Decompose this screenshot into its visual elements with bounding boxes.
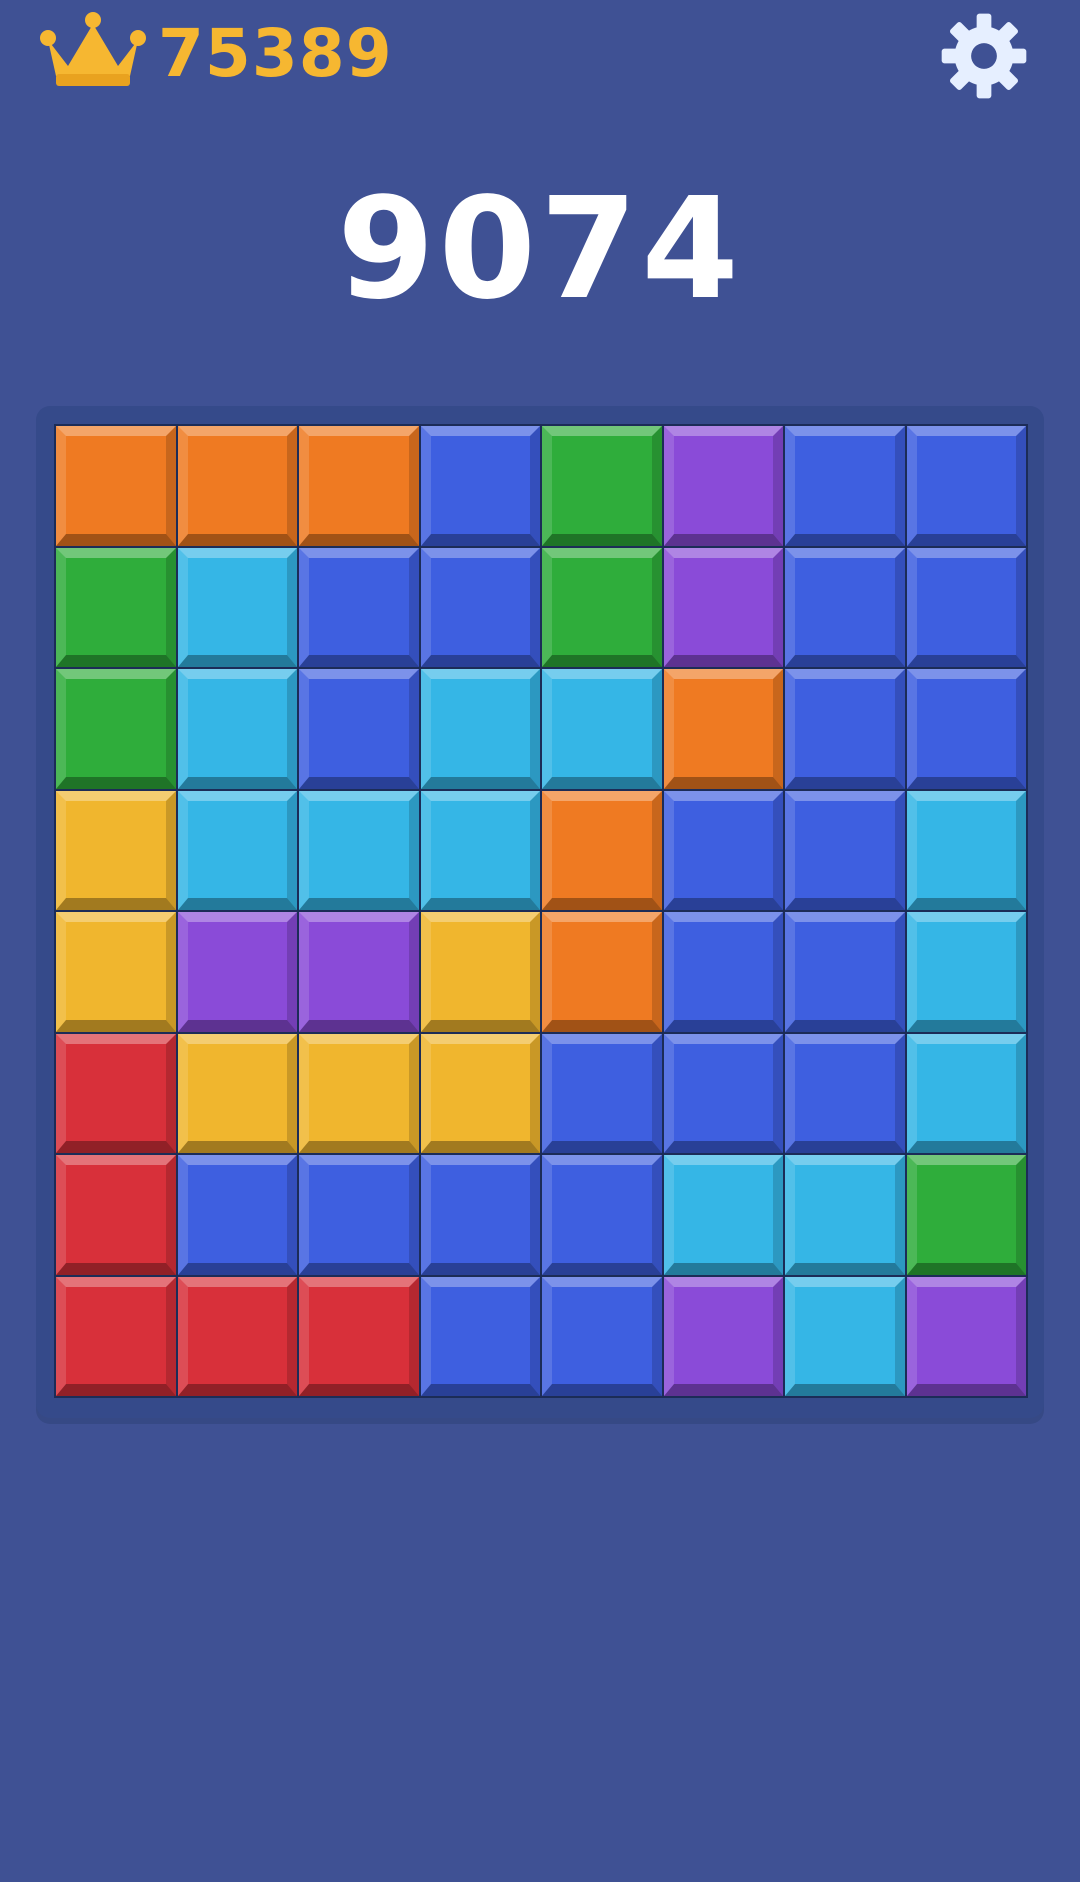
board-tile-blue[interactable] [906, 426, 1026, 546]
board-tile-orange[interactable] [177, 426, 297, 546]
board-tile-blue[interactable] [785, 1033, 905, 1153]
board-tile-orange[interactable] [542, 790, 662, 910]
board-tile-green[interactable] [56, 669, 176, 789]
board-tile-red[interactable] [299, 1276, 419, 1396]
board-tile-cyan[interactable] [906, 1033, 1026, 1153]
board-tile-cyan[interactable] [420, 669, 540, 789]
board-tile-yellow[interactable] [420, 912, 540, 1032]
board-tile-cyan[interactable] [906, 912, 1026, 1032]
board-tile-blue[interactable] [542, 1276, 662, 1396]
board-tile-cyan[interactable] [663, 1155, 783, 1275]
board-tile-cyan[interactable] [177, 547, 297, 667]
board-tile-green[interactable] [542, 426, 662, 546]
current-score: 9074 [337, 168, 743, 331]
board-tile-blue[interactable] [299, 669, 419, 789]
board-tile-blue[interactable] [663, 912, 783, 1032]
board-tile-blue[interactable] [785, 669, 905, 789]
board-tile-blue[interactable] [420, 1155, 540, 1275]
board-tile-yellow[interactable] [177, 1033, 297, 1153]
gear-icon[interactable] [938, 10, 1030, 102]
board-tile-blue[interactable] [542, 1155, 662, 1275]
board-tile-orange[interactable] [56, 426, 176, 546]
board-tile-blue[interactable] [420, 547, 540, 667]
board-tile-red[interactable] [56, 1155, 176, 1275]
board-tile-blue[interactable] [785, 912, 905, 1032]
board-tile-yellow[interactable] [56, 912, 176, 1032]
top-bar: 75389 [0, 0, 1080, 110]
board-tile-yellow[interactable] [420, 1033, 540, 1153]
board-tile-blue[interactable] [663, 790, 783, 910]
board-tile-blue[interactable] [663, 1033, 783, 1153]
board-tile-red[interactable] [177, 1276, 297, 1396]
board-tile-blue[interactable] [785, 790, 905, 910]
board-tile-cyan[interactable] [177, 669, 297, 789]
board-tile-purple[interactable] [663, 547, 783, 667]
board-tile-orange[interactable] [542, 912, 662, 1032]
board-tile-blue[interactable] [299, 1155, 419, 1275]
board-tile-cyan[interactable] [542, 669, 662, 789]
board-tile-green[interactable] [56, 547, 176, 667]
game-board [54, 424, 1028, 1398]
board-tile-blue[interactable] [785, 547, 905, 667]
board-tile-cyan[interactable] [299, 790, 419, 910]
crown-icon [40, 12, 146, 86]
board-tile-green[interactable] [906, 1155, 1026, 1275]
board-tile-blue[interactable] [542, 1033, 662, 1153]
board-tile-orange[interactable] [663, 669, 783, 789]
board-tile-blue[interactable] [906, 547, 1026, 667]
board-tile-blue[interactable] [177, 1155, 297, 1275]
board-tile-red[interactable] [56, 1033, 176, 1153]
board-tile-orange[interactable] [299, 426, 419, 546]
board-tile-blue[interactable] [420, 1276, 540, 1396]
board-tile-cyan[interactable] [420, 790, 540, 910]
best-score: 75389 [158, 15, 393, 92]
board-tile-purple[interactable] [663, 1276, 783, 1396]
board-tile-blue[interactable] [906, 669, 1026, 789]
board-tile-green[interactable] [542, 547, 662, 667]
board-tile-cyan[interactable] [177, 790, 297, 910]
board-tile-cyan[interactable] [785, 1276, 905, 1396]
board-tile-cyan[interactable] [906, 790, 1026, 910]
board-tile-blue[interactable] [420, 426, 540, 546]
board-tile-blue[interactable] [785, 426, 905, 546]
board-tile-purple[interactable] [299, 912, 419, 1032]
board-tile-purple[interactable] [906, 1276, 1026, 1396]
board-tile-yellow[interactable] [299, 1033, 419, 1153]
board-tile-purple[interactable] [663, 426, 783, 546]
board-tile-blue[interactable] [299, 547, 419, 667]
board-tile-red[interactable] [56, 1276, 176, 1396]
board-tile-yellow[interactable] [56, 790, 176, 910]
board-tile-cyan[interactable] [785, 1155, 905, 1275]
board-tile-purple[interactable] [177, 912, 297, 1032]
